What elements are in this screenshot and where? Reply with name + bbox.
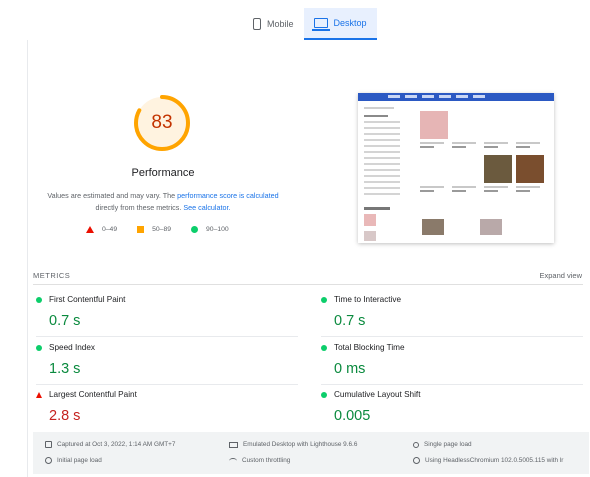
desktop-device-icon (229, 441, 238, 448)
footer-throttling: Custom throttling (229, 457, 290, 464)
description-text-1: Values are estimated and may vary. The (47, 191, 176, 200)
performance-score: 83 (151, 112, 173, 133)
pass-circle-icon (36, 297, 42, 303)
metric-name: Cumulative Layout Shift (334, 390, 421, 399)
pass-circle-icon (321, 297, 327, 303)
average-square-icon (137, 226, 145, 233)
performance-description: Values are estimated and may vary. The p… (43, 190, 283, 214)
thumbnail-sidebar (364, 115, 400, 199)
legend-label-average: 50–89 (152, 226, 172, 233)
metric-largest-contentful-paint: Largest Contentful Paint 2.8 s (36, 386, 298, 432)
pass-circle-icon (191, 226, 199, 233)
timer-icon (45, 457, 52, 464)
tab-desktop-label: Desktop (333, 18, 367, 28)
calendar-icon (45, 441, 52, 448)
thumbnail-navbar (358, 93, 554, 101)
metric-value: 0.7 s (334, 313, 366, 329)
device-tabs: Mobile Desktop (243, 8, 377, 40)
device-tab-bar: Mobile Desktop (0, 0, 590, 40)
metric-value: 0.7 s (49, 313, 81, 329)
metric-value: 0.005 (334, 408, 371, 424)
metric-time-to-interactive: Time to Interactive 0.7 s (321, 291, 583, 337)
fail-triangle-icon (36, 392, 42, 398)
score-legend: 0–49 50–89 90–100 (86, 226, 249, 233)
desktop-icon (311, 18, 330, 31)
metric-first-contentful-paint: First Contentful Paint 0.7 s (36, 291, 298, 337)
see-calculator-link[interactable]: See calculator. (183, 203, 230, 212)
pass-circle-icon (36, 345, 42, 351)
expand-view-button[interactable]: Expand view (539, 271, 582, 280)
footer-throttling-text: Custom throttling (242, 457, 291, 464)
footer-initial-load-text: Initial page load (57, 457, 102, 464)
footer-captured-text: Captured at Oct 3, 2022, 1:14 AM GMT+7 (57, 441, 176, 448)
tab-desktop[interactable]: Desktop (303, 8, 377, 40)
fail-triangle-icon (86, 226, 94, 233)
tab-mobile[interactable]: Mobile (243, 8, 304, 40)
footer-emulated: Emulated Desktop with Lighthouse 9.6.6 (229, 441, 357, 448)
footer-emulated-text: Emulated Desktop with Lighthouse 9.6.6 (243, 441, 358, 448)
performance-title: Performance (131, 167, 195, 179)
final-screenshot-thumbnail[interactable] (358, 93, 554, 243)
legend-label-pass: 90–100 (206, 226, 229, 233)
thumbnail-product-grid (420, 111, 550, 193)
metrics-header: METRICS (33, 271, 71, 280)
metric-name: Time to Interactive (334, 295, 402, 304)
legend-label-fail: 0–49 (102, 226, 118, 233)
performance-gauge: 83 (133, 94, 191, 152)
metric-total-blocking-time: Total Blocking Time 0 ms (321, 339, 583, 385)
metric-name: Largest Contentful Paint (49, 390, 137, 399)
metric-cumulative-layout-shift: Cumulative Layout Shift 0.005 (321, 386, 583, 432)
people-icon (413, 441, 419, 448)
legend-item-pass: 90–100 (191, 226, 229, 233)
metric-value: 0 ms (334, 361, 366, 377)
footer-captured: Captured at Oct 3, 2022, 1:14 AM GMT+7 (45, 441, 175, 448)
metric-name: Total Blocking Time (334, 343, 405, 352)
description-text-2: directly from these metrics. (95, 203, 182, 212)
footer-single-load-text: Single page load (424, 441, 472, 448)
metric-value: 2.8 s (49, 408, 81, 424)
footer-initial-load: Initial page load (45, 457, 102, 464)
globe-icon (413, 457, 420, 464)
legend-item-average: 50–89 (137, 226, 171, 233)
metric-speed-index: Speed Index 1.3 s (36, 339, 298, 385)
pass-circle-icon (321, 392, 327, 398)
mobile-icon (253, 18, 261, 30)
footer-browser: Using HeadlessChromium 102.0.5005.115 wi… (413, 457, 563, 464)
metric-name: First Contentful Paint (49, 295, 126, 304)
wifi-icon (229, 457, 237, 464)
pass-circle-icon (321, 345, 327, 351)
metric-name: Speed Index (49, 343, 95, 352)
run-info-footer: Captured at Oct 3, 2022, 1:14 AM GMT+7 I… (33, 432, 589, 474)
report-card: 83 Performance Values are estimated and … (27, 40, 590, 477)
footer-single-load: Single page load (413, 441, 472, 448)
footer-browser-text: Using HeadlessChromium 102.0.5005.115 wi… (425, 457, 564, 464)
metrics-divider (33, 284, 583, 285)
tab-mobile-label: Mobile (267, 19, 294, 29)
metric-value: 1.3 s (49, 361, 81, 377)
legend-item-fail: 0–49 (86, 226, 117, 233)
score-calculated-link[interactable]: performance score is calculated (177, 191, 278, 200)
